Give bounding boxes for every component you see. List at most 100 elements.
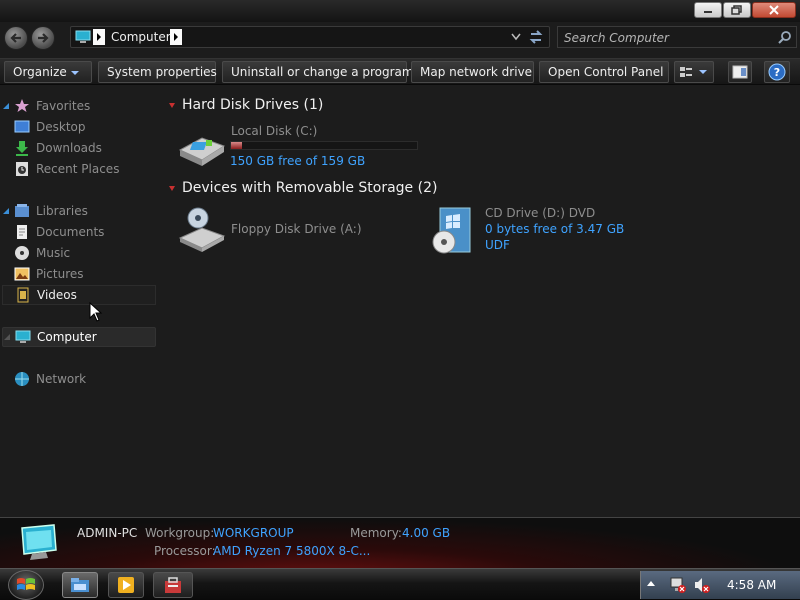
nav-downloads-label: Downloads [36, 141, 102, 155]
start-button[interactable] [8, 570, 44, 600]
network-icon [15, 372, 29, 386]
collapse-triangle-icon [169, 102, 175, 108]
command-bar: Organize System properties Uninstall or … [0, 58, 800, 85]
expand-triangle-icon[interactable] [2, 207, 10, 215]
nav-documents-label: Documents [36, 225, 105, 239]
organize-button[interactable]: Organize [4, 61, 92, 83]
drive-c-usage-bar [230, 141, 418, 150]
dropdown-arrow-icon [70, 70, 79, 75]
drive-cd-d[interactable]: CD Drive (D:) DVD 0 bytes free of 3.47 G… [430, 204, 640, 258]
processor-label: Processor: [154, 544, 216, 558]
system-properties-button[interactable]: System properties [98, 61, 217, 83]
preview-pane-button[interactable] [728, 61, 752, 83]
volume-muted-icon[interactable] [693, 576, 711, 594]
group-header-hard-disks[interactable]: Hard Disk Drives (1) [169, 97, 323, 113]
collapse-triangle-icon [169, 185, 175, 191]
nav-music-label: Music [36, 246, 71, 260]
maximize-button[interactable] [723, 2, 751, 18]
address-dropdown-icon[interactable] [511, 33, 521, 41]
nav-libraries-label: Libraries [36, 204, 88, 218]
nav-music[interactable]: Music [2, 243, 156, 263]
title-bar[interactable] [0, 0, 800, 22]
desktop-icon [14, 120, 30, 133]
organize-label: Organize [13, 65, 67, 79]
open-control-panel-button[interactable]: Open Control Panel [539, 61, 669, 83]
back-button[interactable] [4, 26, 28, 50]
breadcrumb-root-chevron[interactable] [93, 29, 105, 45]
music-icon [15, 246, 29, 260]
documents-icon [17, 225, 27, 239]
drive-c-usage-fill [231, 142, 242, 149]
app-toolbox-icon [165, 577, 181, 593]
system-tray: 4:58 AM [640, 571, 800, 599]
recent-places-icon [16, 162, 28, 176]
taskbar-explorer-button[interactable] [62, 572, 98, 598]
nav-pictures-label: Pictures [36, 267, 84, 281]
cd-drive-icon [432, 207, 471, 254]
processor-value: AMD Ryzen 7 5800X 8-C... [213, 544, 371, 558]
group-title-removable: Devices with Removable Storage (2) [182, 180, 438, 196]
nav-favorites-label: Favorites [36, 99, 91, 113]
minimize-button[interactable] [694, 2, 722, 18]
expand-triangle-icon[interactable] [2, 102, 10, 110]
nav-network[interactable]: Network [2, 369, 156, 389]
chevron-right-icon [97, 33, 101, 41]
nav-pictures[interactable]: Pictures [2, 264, 156, 284]
hard-drive-icon [178, 137, 226, 166]
refresh-icon[interactable] [528, 30, 544, 44]
network-status-icon[interactable] [669, 576, 687, 594]
change-view-button[interactable] [674, 61, 714, 83]
breadcrumb-computer-chevron[interactable] [170, 29, 182, 45]
taskbar-clock[interactable]: 4:58 AM [727, 578, 776, 592]
nav-favorites[interactable]: Favorites [2, 96, 156, 116]
navigation-pane: Favorites Desktop Downloads Recent Place… [0, 88, 160, 516]
nav-videos[interactable]: Videos [2, 285, 156, 305]
workgroup-value: WORKGROUP [213, 526, 294, 540]
drive-d-filesystem: UDF [485, 238, 510, 252]
drive-d-name: CD Drive (D:) DVD [485, 206, 596, 220]
explorer-window: Computer Organize System properties Unin… [0, 0, 800, 568]
forward-button[interactable] [31, 26, 55, 50]
computer-icon [75, 30, 91, 43]
search-input[interactable] [564, 30, 769, 45]
map-network-drive-button[interactable]: Map network drive [411, 61, 534, 83]
taskbar-app-button[interactable] [153, 572, 193, 598]
computer-icon [15, 330, 31, 343]
uninstall-program-button[interactable]: Uninstall or change a program [222, 61, 414, 83]
forward-arrow-icon [38, 33, 49, 43]
mouse-cursor-icon [89, 302, 103, 322]
search-box[interactable] [557, 26, 797, 48]
nav-recent-places[interactable]: Recent Places [2, 159, 156, 179]
nav-network-label: Network [36, 372, 87, 386]
search-icon[interactable] [778, 30, 792, 44]
media-player-icon [118, 577, 134, 593]
taskbar-media-player-button[interactable] [108, 572, 144, 598]
group-header-removable[interactable]: Devices with Removable Storage (2) [169, 180, 437, 196]
workgroup-label: Workgroup: [145, 526, 215, 540]
preview-pane-icon [732, 65, 748, 79]
breadcrumb-computer[interactable]: Computer [111, 30, 171, 44]
restore-icon [731, 5, 742, 15]
nav-documents[interactable]: Documents [2, 222, 156, 242]
close-button[interactable] [752, 2, 796, 18]
view-options-icon [680, 67, 707, 77]
drive-floppy-a[interactable]: Floppy Disk Drive (A:) [176, 204, 406, 254]
nav-computer[interactable]: Computer [2, 327, 156, 347]
pictures-icon [14, 267, 30, 281]
explorer-folder-icon [71, 578, 89, 592]
computer-large-icon [21, 524, 57, 560]
taskbar: 4:58 AM [0, 568, 800, 600]
collapse-triangle-icon[interactable] [3, 333, 11, 341]
memory-label: Memory: [350, 526, 402, 540]
drive-local-disk-c[interactable]: Local Disk (C:) 150 GB free of 159 GB [176, 122, 426, 170]
help-button[interactable]: ? [764, 61, 790, 83]
show-hidden-icons-icon[interactable] [647, 580, 655, 588]
group-title-hard-disks: Hard Disk Drives (1) [182, 97, 324, 113]
nav-desktop[interactable]: Desktop [2, 117, 156, 137]
drive-a-name: Floppy Disk Drive (A:) [231, 222, 362, 236]
nav-downloads[interactable]: Downloads [2, 138, 156, 158]
nav-libraries[interactable]: Libraries [2, 201, 156, 221]
address-bar[interactable]: Computer [70, 26, 550, 48]
minimize-icon [704, 11, 712, 13]
favorites-star-icon [15, 99, 29, 112]
